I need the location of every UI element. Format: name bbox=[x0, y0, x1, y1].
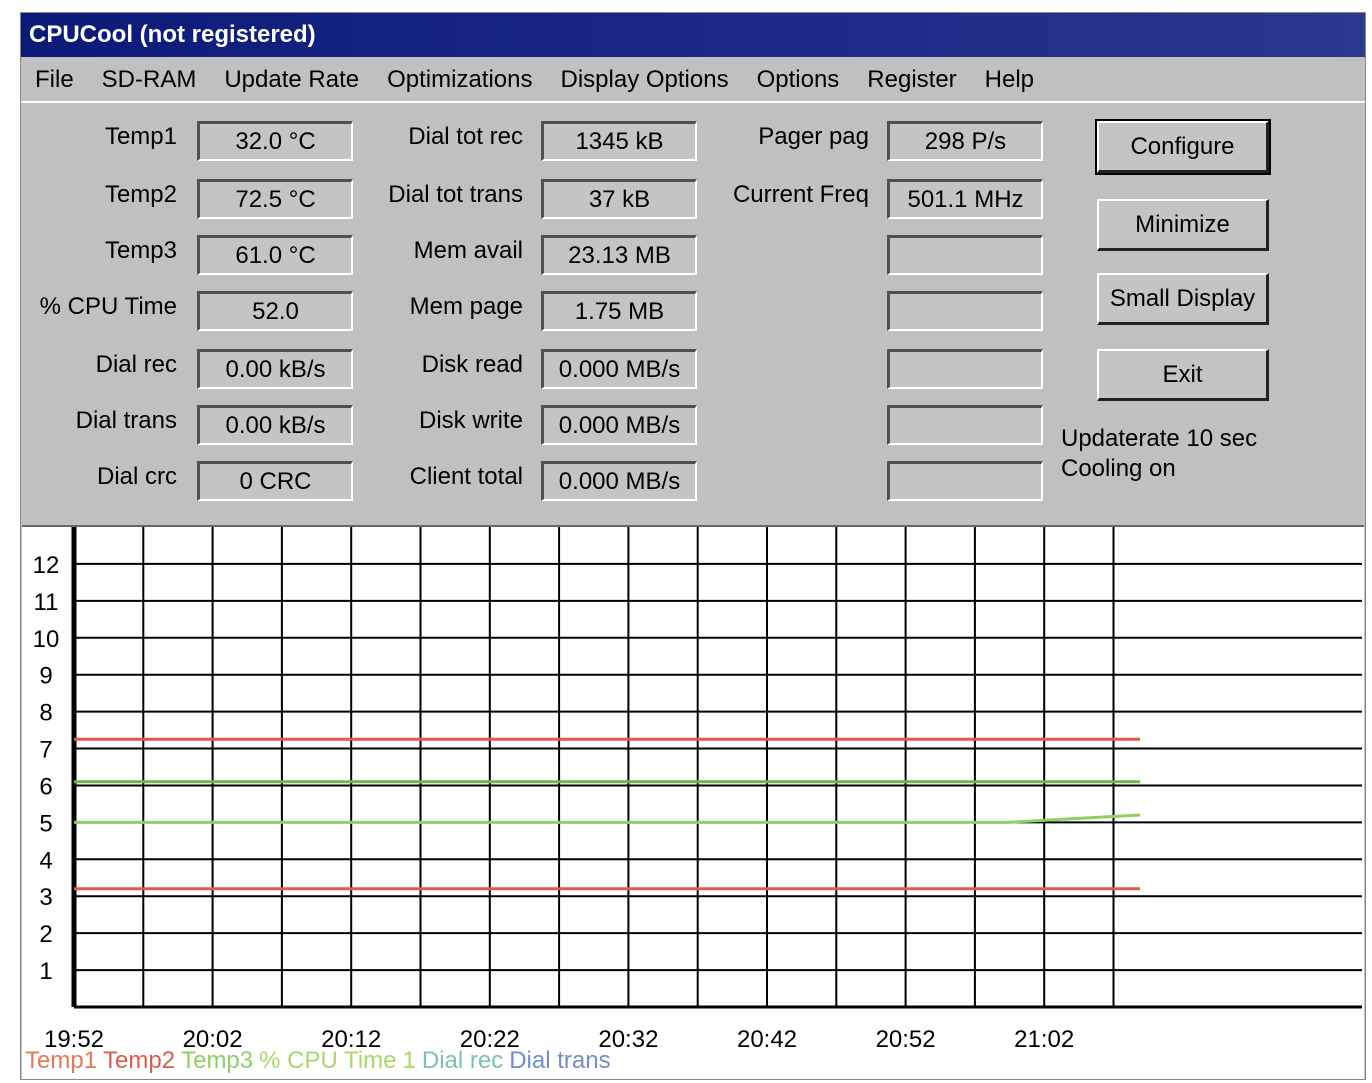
dial-trans-label: Dial trans bbox=[75, 407, 177, 434]
x-tick-2102: 21:02 bbox=[1014, 1026, 1074, 1053]
temp2-label: Temp2 bbox=[104, 181, 177, 208]
disk-read-value: 0.000 MB/s bbox=[541, 349, 697, 389]
legend-dial-rec: Dial rec bbox=[421, 1047, 504, 1074]
empty-field-3 bbox=[887, 235, 1043, 275]
legend-temp3: Temp3 bbox=[181, 1047, 254, 1074]
legend-dial-trans: Dial trans bbox=[509, 1047, 611, 1074]
menu-help[interactable]: Help bbox=[971, 66, 1048, 94]
empty-field-6 bbox=[887, 405, 1043, 445]
mem-avail-label: Mem avail bbox=[413, 237, 523, 264]
y-tick-2: 2 bbox=[39, 921, 52, 948]
legend-temp1: Temp1 bbox=[25, 1047, 98, 1074]
dial-trans-value: 0.00 kB/s bbox=[197, 405, 353, 445]
chart-canvas: 12111098765432119:52 20:02 20:12 20:22 20:32… bbox=[33, 527, 1362, 1053]
menu-register[interactable]: Register bbox=[853, 66, 970, 94]
y-tick-8: 8 bbox=[39, 700, 52, 727]
dial-tot-trans-label: Dial tot trans bbox=[388, 181, 523, 208]
dial-tot-trans-value: 37 kB bbox=[541, 179, 697, 219]
legend-temp2: Temp2 bbox=[103, 1047, 176, 1074]
dial-tot-rec-label: Dial tot rec bbox=[408, 123, 523, 150]
y-tick-7: 7 bbox=[39, 737, 52, 764]
current-freq-value: 501.1 MHz bbox=[887, 179, 1043, 219]
temp1-label: Temp1 bbox=[104, 123, 177, 150]
dial-crc-label: Dial crc bbox=[96, 463, 177, 490]
temp3-value: 61.0 °C bbox=[197, 235, 353, 275]
y-tick-4: 4 bbox=[39, 847, 52, 874]
window-title: CPUCool (not registered) bbox=[29, 21, 316, 48]
temp3-label: Temp3 bbox=[104, 237, 177, 264]
mem-avail-value: 23.13 MB bbox=[541, 235, 697, 275]
menu-sd-ram[interactable]: SD-RAM bbox=[88, 66, 211, 94]
y-tick-6: 6 bbox=[39, 773, 52, 800]
small-display-button[interactable]: Small Display bbox=[1097, 273, 1269, 325]
disk-write-label: Disk write bbox=[418, 407, 523, 434]
minimize-button[interactable]: Minimize bbox=[1097, 199, 1269, 251]
menu-display-options[interactable]: Display Options bbox=[547, 66, 743, 94]
empty-field-4 bbox=[887, 291, 1043, 331]
menu-options[interactable]: Options bbox=[743, 66, 854, 94]
legend-1: 1 bbox=[402, 1047, 416, 1074]
y-tick-3: 3 bbox=[39, 884, 52, 911]
menu-optimizations[interactable]: Optimizations bbox=[373, 66, 546, 94]
y-tick-10: 10 bbox=[33, 626, 60, 653]
series-line--cpu-time bbox=[74, 813, 1141, 824]
title-bar[interactable]: CPUCool (not registered) bbox=[21, 13, 1365, 57]
menu-bar: File SD-RAM Update Rate Optimizations Di… bbox=[21, 59, 1365, 103]
cooling-status: Cooling on bbox=[1061, 455, 1176, 482]
mem-page-value: 1.75 MB bbox=[541, 291, 697, 331]
chart-legend: Temp1 Temp2 Temp3% CPU Time 1 Dial rec Dial t… bbox=[25, 1047, 617, 1075]
temp2-value: 72.5 °C bbox=[197, 179, 353, 219]
dial-tot-rec-value: 1345 kB bbox=[541, 121, 697, 161]
configure-button[interactable]: Configure bbox=[1095, 119, 1271, 175]
legend-cpu-time: % CPU Time bbox=[259, 1047, 397, 1074]
menu-file[interactable]: File bbox=[21, 66, 88, 94]
history-chart: 12 11 10 9 8 7 6 5 4 3 2 1 19:52 20:02 20:12 20:22 20:32… bbox=[22, 525, 1364, 1079]
y-tick-1: 1 bbox=[39, 958, 52, 985]
disk-read-label: Disk read bbox=[421, 351, 523, 378]
client-total-value: 0.000 MB/s bbox=[541, 461, 697, 501]
pager-pag-label: Pager pag bbox=[758, 123, 869, 150]
mem-page-label: Mem page bbox=[409, 293, 523, 320]
menu-update-rate[interactable]: Update Rate bbox=[210, 66, 373, 94]
cpu-time-value: 52.0 bbox=[197, 291, 353, 331]
disk-write-value: 0.000 MB/s bbox=[541, 405, 697, 445]
temp1-value: 32.0 °C bbox=[197, 121, 353, 161]
x-tick-2052: 20:52 bbox=[876, 1026, 936, 1053]
client-total-label: Client total bbox=[409, 463, 523, 490]
y-tick-5: 5 bbox=[39, 810, 52, 837]
empty-field-7 bbox=[887, 461, 1043, 501]
cpu-time-label: % CPU Time bbox=[39, 293, 177, 320]
y-tick-12: 12 bbox=[33, 552, 60, 579]
cpucool-window: CPUCool (not registered) File SD-RAM Upd… bbox=[20, 12, 1366, 1080]
y-tick-9: 9 bbox=[39, 663, 52, 690]
dial-rec-label: Dial rec bbox=[95, 351, 177, 378]
exit-button[interactable]: Exit bbox=[1097, 349, 1269, 401]
empty-field-5 bbox=[887, 349, 1043, 389]
update-rate-status: Updaterate 10 sec bbox=[1061, 425, 1258, 452]
dial-rec-value: 0.00 kB/s bbox=[197, 349, 353, 389]
x-tick-2042: 20:42 bbox=[737, 1026, 797, 1053]
current-freq-label: Current Freq bbox=[732, 181, 869, 208]
pager-pag-value: 298 P/s bbox=[887, 121, 1043, 161]
dial-crc-value: 0 CRC bbox=[197, 461, 353, 501]
y-tick-11: 11 bbox=[34, 589, 59, 616]
